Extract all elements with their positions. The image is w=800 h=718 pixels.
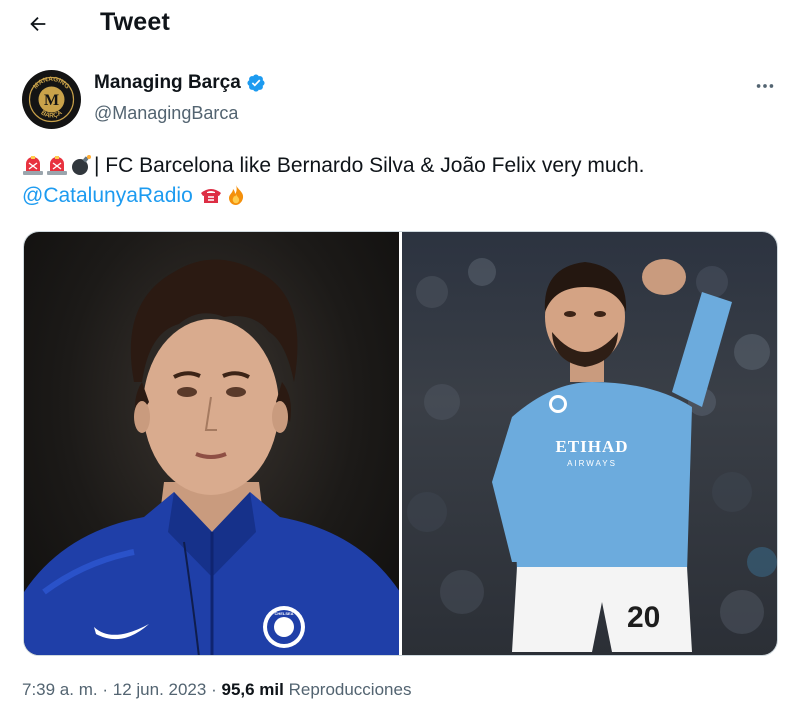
tweet-date[interactable]: 12 jun. 2023: [113, 680, 207, 699]
telephone-emoji: [200, 189, 221, 203]
mention-link[interactable]: @CatalunyaRadio: [22, 184, 193, 207]
managing-barca-logo: M MANAGING BARÇA: [22, 70, 81, 129]
back-button[interactable]: [20, 6, 56, 42]
tweet-line-1: | FC Barcelona like Bernardo Silva & Joã…: [22, 151, 782, 181]
tweet-header: Tweet: [0, 0, 800, 48]
sponsor-subtext: AIRWAYS: [567, 459, 617, 468]
photo-bernardo-silva[interactable]: 20 ETIHAD AIRWAYS: [402, 232, 777, 655]
views-label: Reproducciones: [288, 680, 412, 699]
tweet-body-text: | FC Barcelona like Bernardo Silva & Joã…: [94, 154, 645, 177]
arrow-left-icon: [30, 16, 46, 32]
svg-text:M: M: [44, 92, 59, 109]
avatar[interactable]: M MANAGING BARÇA: [22, 70, 81, 129]
bomb-emoji: [72, 155, 91, 175]
tweet-time[interactable]: 7:39 a. m.: [22, 680, 98, 699]
tweet-text: | FC Barcelona like Bernardo Silva & Joã…: [22, 151, 782, 211]
bernardo-silva-illustration: 20 ETIHAD AIRWAYS: [407, 258, 777, 652]
shorts-number: 20: [627, 601, 660, 634]
police-light-emoji: [23, 156, 43, 175]
tweet-media: CHELSEA 20 ETIHAD AIRWAYS: [23, 231, 778, 656]
meta-separator: ·: [211, 680, 217, 699]
views-count: 95,6 mil: [221, 680, 284, 699]
joao-felix-illustration: CHELSEA: [24, 259, 399, 655]
author-display-name: Managing Barça: [94, 72, 241, 93]
more-horizontal-icon: [756, 84, 774, 88]
page-title: Tweet: [100, 8, 170, 36]
author-name[interactable]: Managing Barça: [94, 72, 266, 94]
verified-badge-icon: [247, 74, 265, 92]
tweet-meta: 7:39 a. m. · 12 jun. 2023 · 95,6 mil Rep…: [22, 680, 411, 700]
photo-joao-felix[interactable]: CHELSEA: [24, 232, 399, 655]
fire-emoji: [228, 185, 243, 205]
more-options-button[interactable]: [748, 72, 782, 100]
tweet-line-2: @CatalunyaRadio: [22, 181, 782, 211]
chelsea-badge-text: CHELSEA: [274, 611, 293, 616]
police-light-emoji: [47, 156, 67, 175]
meta-separator: ·: [102, 680, 109, 699]
author-handle[interactable]: @ManagingBarca: [94, 103, 238, 124]
sponsor-text: ETIHAD: [555, 437, 628, 456]
